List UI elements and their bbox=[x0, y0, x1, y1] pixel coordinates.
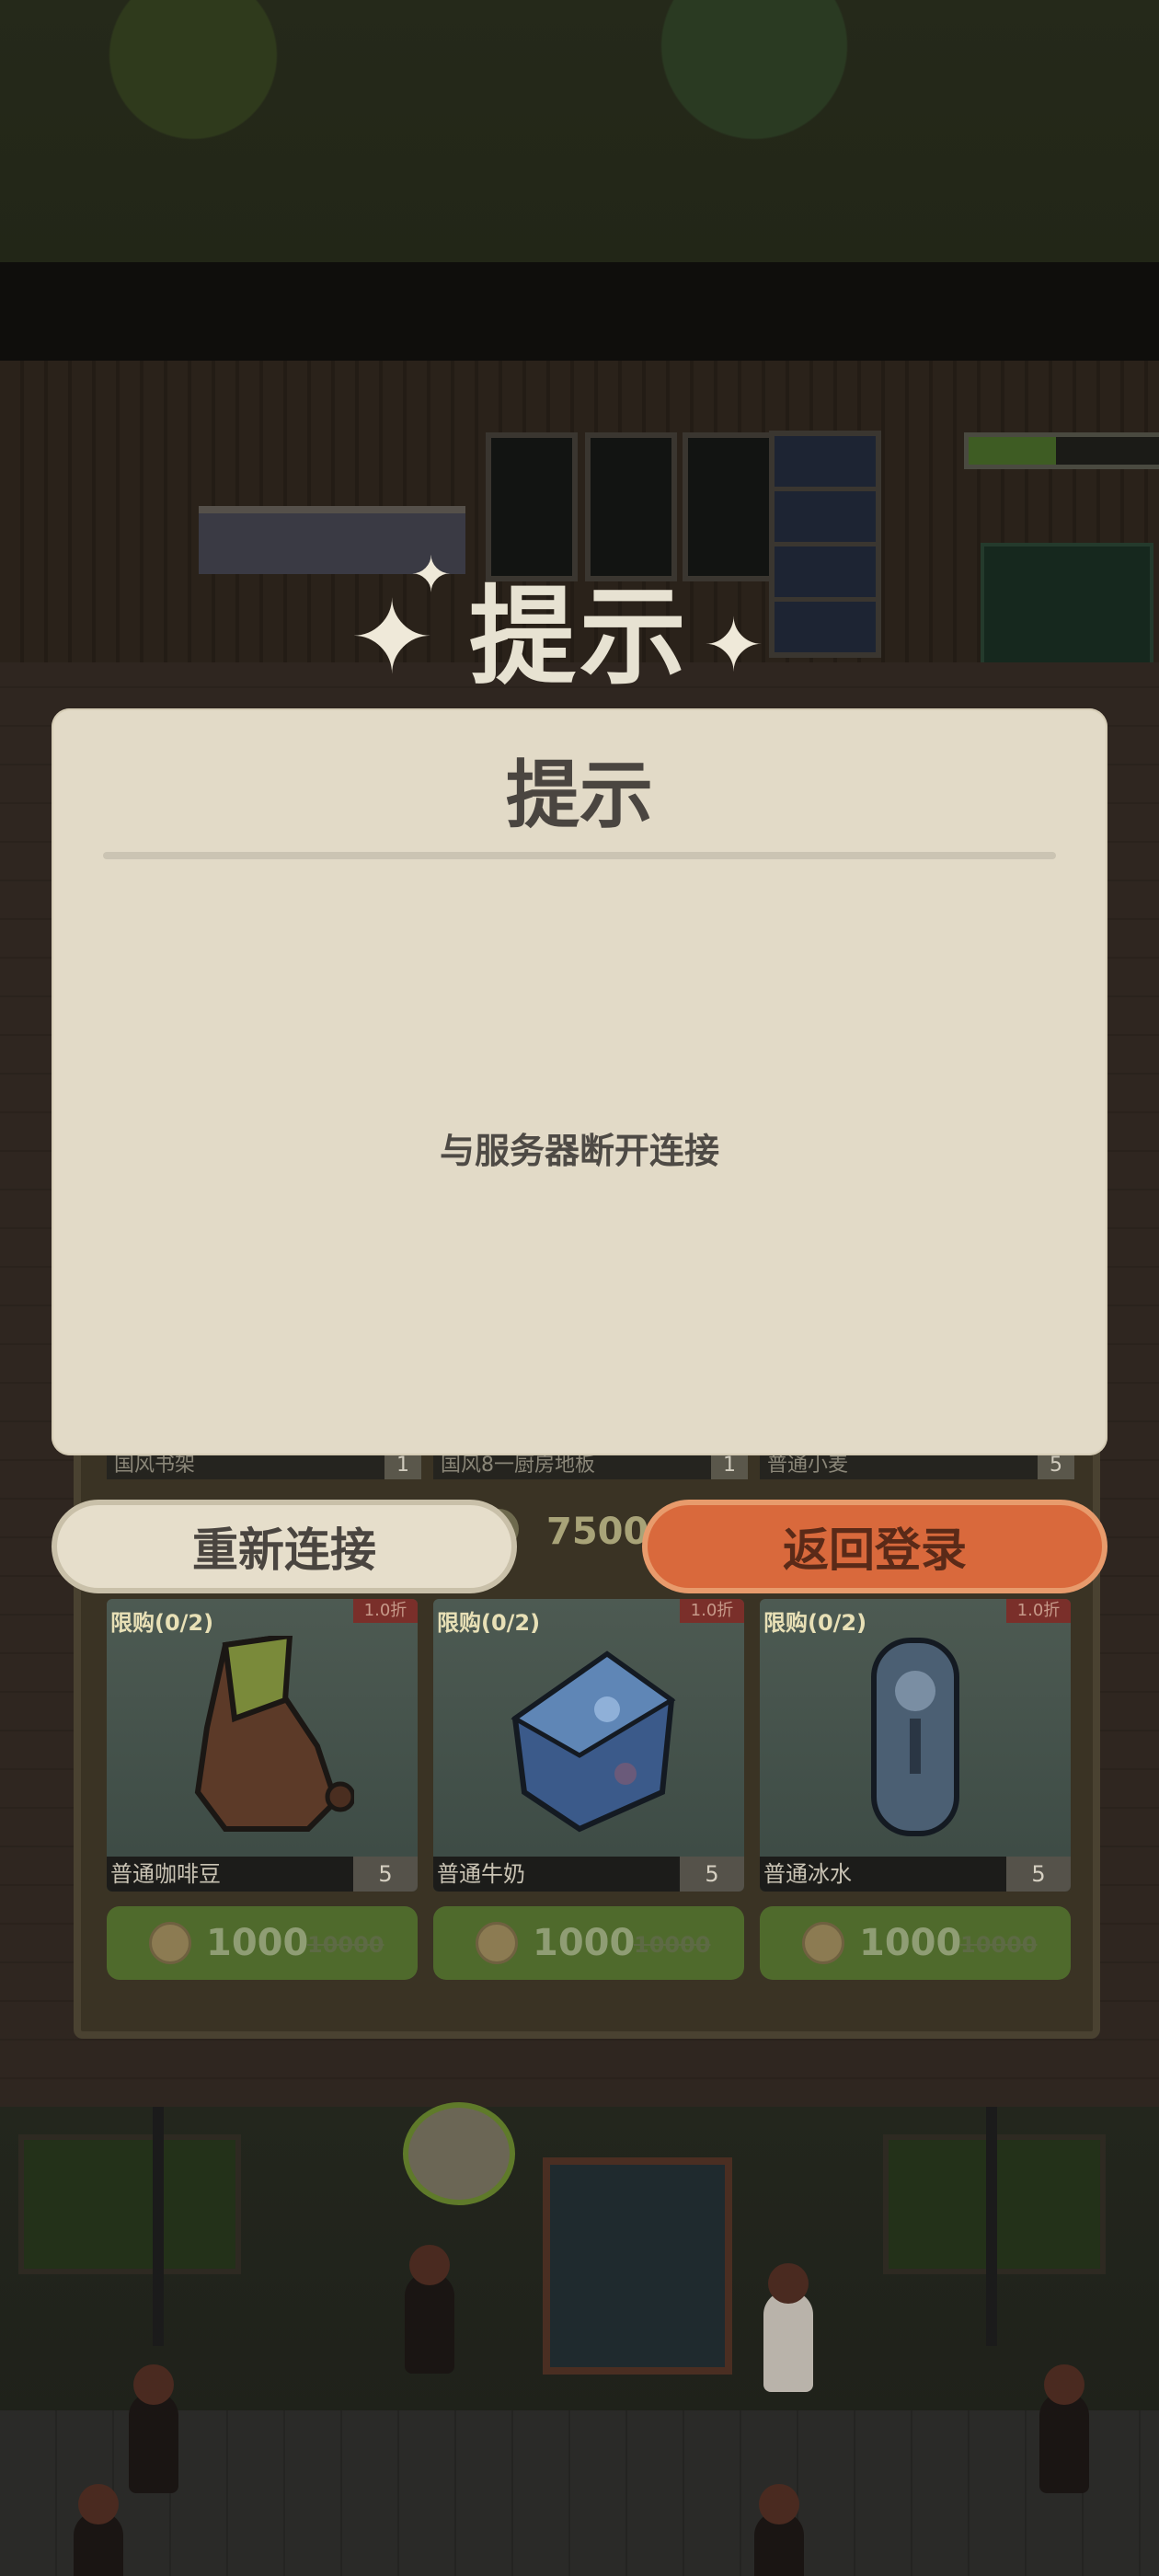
item-price: 1000 bbox=[533, 1922, 636, 1964]
planter bbox=[18, 2134, 241, 2274]
item-count: 5 bbox=[1038, 1452, 1074, 1479]
sparkle-icon: ✦ bbox=[703, 603, 765, 688]
shop-item-card[interactable]: 限购(0/2) 1.0折 普通牛奶 5 bbox=[433, 1599, 744, 1892]
sparkle-icon: ✦ bbox=[410, 546, 453, 604]
coin-icon bbox=[476, 1922, 518, 1964]
coin-icon bbox=[802, 1922, 844, 1964]
banner: ✦ ✦ 提示 ✦ bbox=[0, 550, 1159, 699]
buy-button[interactable]: 1000 10000 bbox=[433, 1906, 744, 1980]
discount-badge: 1.0折 bbox=[1006, 1599, 1071, 1623]
character bbox=[1039, 2364, 1089, 2493]
progress-bar bbox=[964, 432, 1159, 469]
roof bbox=[0, 262, 1159, 363]
shop-peek-row: 普通小麦 5 bbox=[760, 1452, 1074, 1479]
item-price: 1000 bbox=[206, 1922, 309, 1964]
progress-bar-fill bbox=[969, 437, 1057, 465]
item-price: 1000 bbox=[859, 1922, 962, 1964]
ice-water-bottle-icon bbox=[871, 1638, 959, 1836]
purchase-limit-label: 限购(0/2) bbox=[763, 1610, 867, 1636]
menu-board bbox=[585, 432, 677, 581]
shop-door bbox=[543, 2157, 732, 2375]
item-original-price: 10000 bbox=[634, 1932, 711, 1958]
character bbox=[754, 2484, 804, 2576]
purchase-limit-label: 限购(0/2) bbox=[110, 1610, 214, 1636]
item-original-price: 10000 bbox=[960, 1932, 1038, 1958]
purchase-limit-label: 限购(0/2) bbox=[437, 1610, 541, 1636]
item-name: 普通咖啡豆 bbox=[110, 1861, 221, 1887]
item-name: 普通小麦 bbox=[767, 1454, 849, 1477]
character bbox=[405, 2245, 454, 2374]
item-name: 国风8一厨房地板 bbox=[441, 1454, 595, 1477]
discount-badge: 1.0折 bbox=[680, 1599, 744, 1623]
shop-item-card[interactable]: 限购(0/2) 1.0折 普通咖啡豆 5 bbox=[107, 1599, 418, 1892]
buy-button[interactable]: 1000 10000 bbox=[760, 1906, 1071, 1980]
item-name-bar: 普通牛奶 5 bbox=[433, 1857, 744, 1892]
dialog-title: 提示 bbox=[506, 753, 653, 838]
back-to-login-button[interactable]: 返回登录 bbox=[642, 1500, 1107, 1593]
item-count: 5 bbox=[680, 1857, 744, 1892]
coffee-bean-sack-icon bbox=[194, 1636, 354, 1832]
item-count: 1 bbox=[711, 1452, 748, 1479]
dialog-message: 与服务器断开连接 bbox=[439, 1131, 719, 1171]
item-name: 普通牛奶 bbox=[437, 1861, 525, 1887]
item-name-bar: 普通咖啡豆 5 bbox=[107, 1857, 418, 1892]
character bbox=[129, 2364, 178, 2493]
shop-peek-row: 国风书架 1 bbox=[107, 1452, 421, 1479]
divider bbox=[103, 852, 1056, 859]
item-count: 5 bbox=[1006, 1857, 1071, 1892]
coin-icon bbox=[149, 1922, 191, 1964]
reconnect-button[interactable]: 重新连接 bbox=[52, 1500, 517, 1593]
owl-avatar-icon bbox=[403, 2102, 515, 2205]
character bbox=[74, 2484, 123, 2576]
shop-peek-row: 国风8一厨房地板 1 bbox=[433, 1452, 748, 1479]
disconnect-dialog: 提示 与服务器断开连接 bbox=[52, 708, 1107, 1455]
item-original-price: 10000 bbox=[307, 1932, 384, 1958]
character bbox=[763, 2263, 813, 2392]
milk-carton-icon bbox=[511, 1650, 676, 1833]
discount-badge: 1.0折 bbox=[353, 1599, 418, 1623]
lamp-post bbox=[986, 2107, 997, 2346]
lamp-post bbox=[153, 2107, 164, 2346]
shop-item-card[interactable]: 限购(0/2) 1.0折 普通冰水 5 bbox=[760, 1599, 1071, 1892]
buy-button[interactable]: 1000 10000 bbox=[107, 1906, 418, 1980]
item-name: 普通冰水 bbox=[763, 1861, 852, 1887]
item-name: 国风书架 bbox=[114, 1454, 196, 1477]
item-name-bar: 普通冰水 5 bbox=[760, 1857, 1071, 1892]
item-count: 5 bbox=[353, 1857, 418, 1892]
banner-title: 提示 bbox=[469, 575, 690, 699]
item-count: 1 bbox=[384, 1452, 421, 1479]
garden-area bbox=[0, 0, 1159, 267]
menu-board bbox=[683, 432, 775, 581]
menu-board bbox=[486, 432, 578, 581]
